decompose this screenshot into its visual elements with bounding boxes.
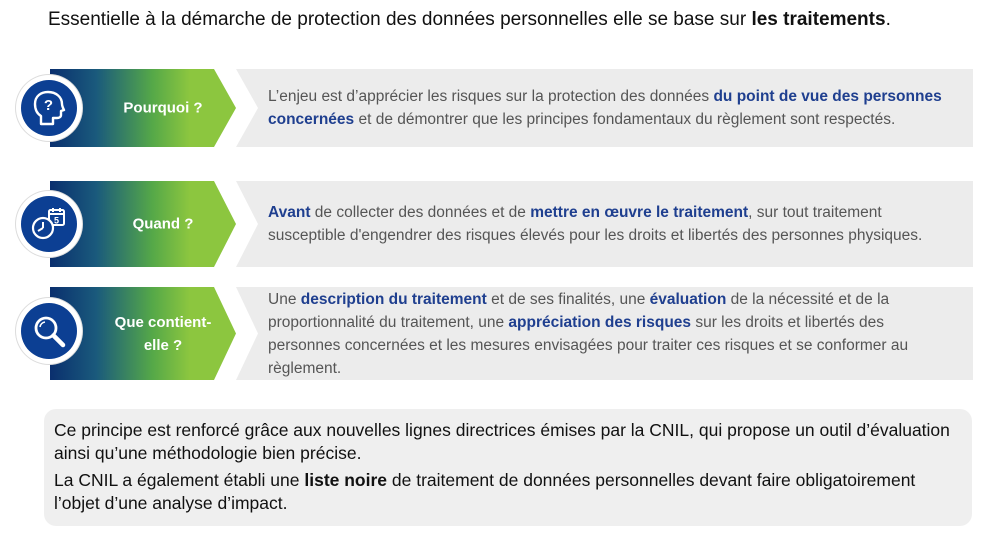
description-text: de collecter des données et de bbox=[310, 204, 531, 221]
summary-line-2: La CNIL a également établi une liste noi… bbox=[54, 469, 960, 515]
intro-end: . bbox=[885, 9, 891, 30]
magnifier-icon bbox=[34, 316, 66, 348]
summary-box: Ce principe est renforcé grâce aux nouve… bbox=[44, 409, 972, 526]
highlighted-term: description du traitement bbox=[300, 290, 487, 308]
row-label: Pourquoi ? bbox=[123, 99, 203, 117]
description-text: Une bbox=[268, 290, 301, 308]
row-description: Avant de collecter des données et de met… bbox=[268, 201, 955, 247]
blacklist-term: liste noire bbox=[304, 470, 388, 490]
row-que-contient: Une description du traitement et de ses … bbox=[0, 287, 989, 380]
row-description: L’enjeu est d’apprécier les risques sur … bbox=[268, 85, 955, 131]
row-text-panel: Une description du traitement et de ses … bbox=[236, 287, 973, 380]
intro-lead: Essentielle à la démarche de protection … bbox=[48, 9, 752, 30]
head-question-icon: ? bbox=[33, 90, 66, 126]
row-quand: Avant de collecter des données et de met… bbox=[0, 181, 989, 267]
highlighted-term: mettre en œuvre le traitement bbox=[530, 204, 749, 221]
row-description: Une description du traitement et de ses … bbox=[268, 288, 955, 380]
summary-line-2-start: La CNIL a également établi une bbox=[54, 470, 305, 490]
description-text: L’enjeu est d’apprécier les risques sur … bbox=[268, 88, 714, 105]
intro-text: Essentielle à la démarche de protection … bbox=[48, 9, 891, 31]
row-icon-circle: ? bbox=[16, 75, 82, 141]
intro-bold: les traitements bbox=[751, 9, 886, 30]
description-text: et de démontrer que les principes fondam… bbox=[354, 111, 896, 128]
highlighted-term: Avant bbox=[268, 204, 311, 221]
row-label: Que contient-elle ? bbox=[114, 313, 212, 354]
row-icon-circle bbox=[16, 298, 82, 364]
row-text-panel: Avant de collecter des données et de met… bbox=[236, 181, 973, 267]
row-text-panel: L’enjeu est d’apprécier les risques sur … bbox=[236, 69, 973, 147]
highlighted-term: évaluation bbox=[649, 290, 727, 308]
clock-calendar-icon: 5 bbox=[31, 208, 65, 240]
row-icon-circle: 5 bbox=[16, 191, 82, 257]
highlighted-term: appréciation des risques bbox=[508, 313, 692, 331]
summary-line-1: Ce principe est renforcé grâce aux nouve… bbox=[54, 420, 950, 463]
row-pourquoi: L’enjeu est d’apprécier les risques sur … bbox=[0, 69, 989, 147]
svg-text:?: ? bbox=[44, 97, 53, 114]
description-text: et de ses finalités, une bbox=[486, 290, 650, 308]
svg-text:5: 5 bbox=[54, 216, 59, 226]
row-label: Quand ? bbox=[132, 215, 194, 233]
